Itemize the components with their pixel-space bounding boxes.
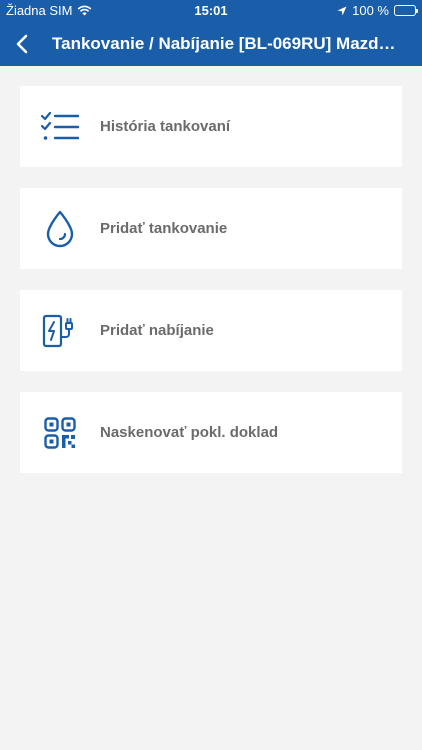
- chevron-left-icon: [16, 34, 28, 54]
- menu-item-add-refuel[interactable]: Pridať tankovanie: [20, 188, 402, 269]
- ev-charger-icon: [42, 314, 73, 347]
- menu-icon-wrapper: [20, 392, 100, 473]
- menu-item-label: Pridať nabíjanie: [100, 322, 214, 339]
- menu-icon-wrapper: [20, 290, 100, 371]
- app-header: Žiadna SIM 15:01 100 % Tankovanie / Nabí…: [0, 0, 422, 66]
- menu-item-add-charging[interactable]: Pridať nabíjanie: [20, 290, 402, 371]
- battery-percent: 100 %: [352, 3, 389, 18]
- menu-icon-wrapper: [20, 86, 100, 167]
- menu-item-scan-receipt[interactable]: Naskenovať pokl. doklad: [20, 392, 402, 473]
- qr-code-icon: [44, 416, 76, 449]
- menu-item-label: Pridať tankovanie: [100, 220, 228, 237]
- status-right: 100 %: [337, 3, 418, 18]
- battery-icon: [394, 5, 418, 16]
- menu-icon-wrapper: [20, 188, 100, 269]
- back-button[interactable]: [0, 22, 44, 66]
- menu-item-fuel-history[interactable]: História tankovaní: [20, 86, 402, 167]
- checklist-icon: [41, 111, 79, 140]
- navigation-bar: Tankovanie / Nabíjanie [BL-069RU] Mazda …: [0, 22, 422, 66]
- droplet-icon: [46, 210, 74, 247]
- menu-item-label: História tankovaní: [100, 118, 231, 135]
- menu-list: História tankovaní Pridať tankovanie Pri…: [20, 86, 402, 494]
- location-arrow-icon: [337, 6, 347, 15]
- status-bar: Žiadna SIM 15:01 100 %: [0, 0, 422, 22]
- menu-item-label: Naskenovať pokl. doklad: [100, 424, 279, 441]
- page-title: Tankovanie / Nabíjanie [BL-069RU] Mazda …: [52, 34, 402, 53]
